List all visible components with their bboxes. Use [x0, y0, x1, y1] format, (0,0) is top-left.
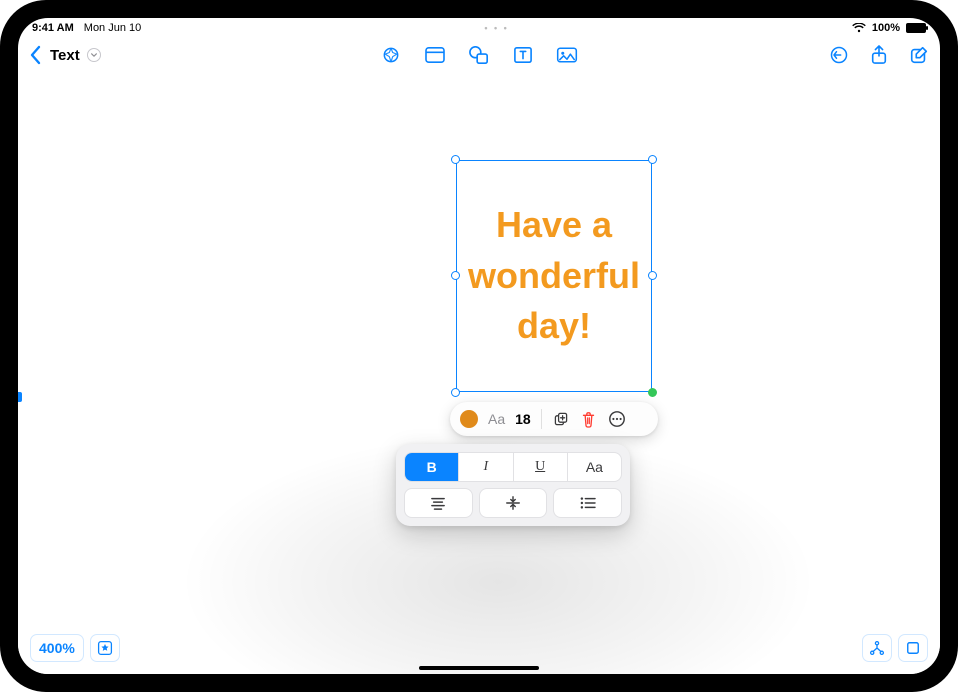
share-icon[interactable] — [868, 44, 890, 66]
image-icon[interactable] — [556, 44, 578, 66]
bold-button[interactable]: B — [405, 453, 459, 481]
statusbar-time: 9:41 AM — [32, 22, 74, 34]
font-face-button[interactable]: Aa — [488, 411, 505, 427]
resize-handle-br[interactable] — [648, 388, 657, 397]
pen-tool-icon[interactable] — [380, 44, 402, 66]
divider — [541, 409, 542, 429]
battery-percent: 100% — [872, 22, 900, 34]
delete-icon[interactable] — [580, 410, 598, 428]
home-indicator[interactable] — [419, 666, 539, 670]
back-button[interactable] — [28, 45, 42, 65]
resize-handle-mr[interactable] — [648, 271, 657, 280]
sticky-note-icon[interactable] — [424, 44, 446, 66]
duplicate-icon[interactable] — [552, 410, 570, 428]
resize-handle-tr[interactable] — [648, 155, 657, 164]
text-box[interactable]: Have a wonderful day! — [456, 160, 652, 392]
resize-handle-ml[interactable] — [451, 271, 460, 280]
list-button[interactable] — [553, 488, 622, 518]
text-toolbar: Aa 18 — [450, 402, 658, 436]
favorite-view-button[interactable] — [90, 634, 120, 662]
format-panel: B I U Aa — [396, 444, 630, 526]
resize-handle-tl[interactable] — [451, 155, 460, 164]
edge-indicator — [18, 392, 22, 402]
align-vertical-button[interactable] — [479, 488, 548, 518]
device-frame: 9:41 AM Mon Jun 10 • • • 100% Text — [0, 0, 958, 692]
underline-button[interactable]: U — [514, 453, 568, 481]
shapes-icon[interactable] — [468, 44, 490, 66]
canvas[interactable]: Have a wonderful day! Aa 18 — [18, 72, 940, 674]
connections-button[interactable] — [862, 634, 892, 662]
italic-button[interactable]: I — [459, 453, 513, 481]
text-color-swatch[interactable] — [460, 410, 478, 428]
text-box-content[interactable]: Have a wonderful day! — [465, 200, 643, 351]
text-box-frame[interactable]: Have a wonderful day! — [456, 160, 652, 392]
tool-title[interactable]: Text — [50, 47, 80, 64]
align-row — [404, 488, 622, 518]
zoom-level[interactable]: 400% — [30, 634, 84, 662]
align-horizontal-button[interactable] — [404, 488, 473, 518]
top-toolbar: Text — [18, 38, 940, 72]
compose-icon[interactable] — [908, 44, 930, 66]
text-case-button[interactable]: Aa — [568, 453, 621, 481]
style-segment: B I U Aa — [404, 452, 622, 482]
more-icon[interactable] — [608, 410, 626, 428]
minimap-button[interactable] — [898, 634, 928, 662]
statusbar-date: Mon Jun 10 — [84, 22, 141, 34]
font-size-button[interactable]: 18 — [515, 411, 531, 427]
text-box-icon[interactable] — [512, 44, 534, 66]
tool-dropdown-icon[interactable] — [87, 48, 101, 62]
battery-icon — [906, 23, 926, 33]
screen: 9:41 AM Mon Jun 10 • • • 100% Text — [18, 18, 940, 674]
resize-handle-bl[interactable] — [451, 388, 460, 397]
wifi-icon — [852, 23, 866, 33]
multitask-dots[interactable]: • • • — [141, 23, 852, 33]
undo-icon[interactable] — [828, 44, 850, 66]
status-bar: 9:41 AM Mon Jun 10 • • • 100% — [18, 18, 940, 38]
